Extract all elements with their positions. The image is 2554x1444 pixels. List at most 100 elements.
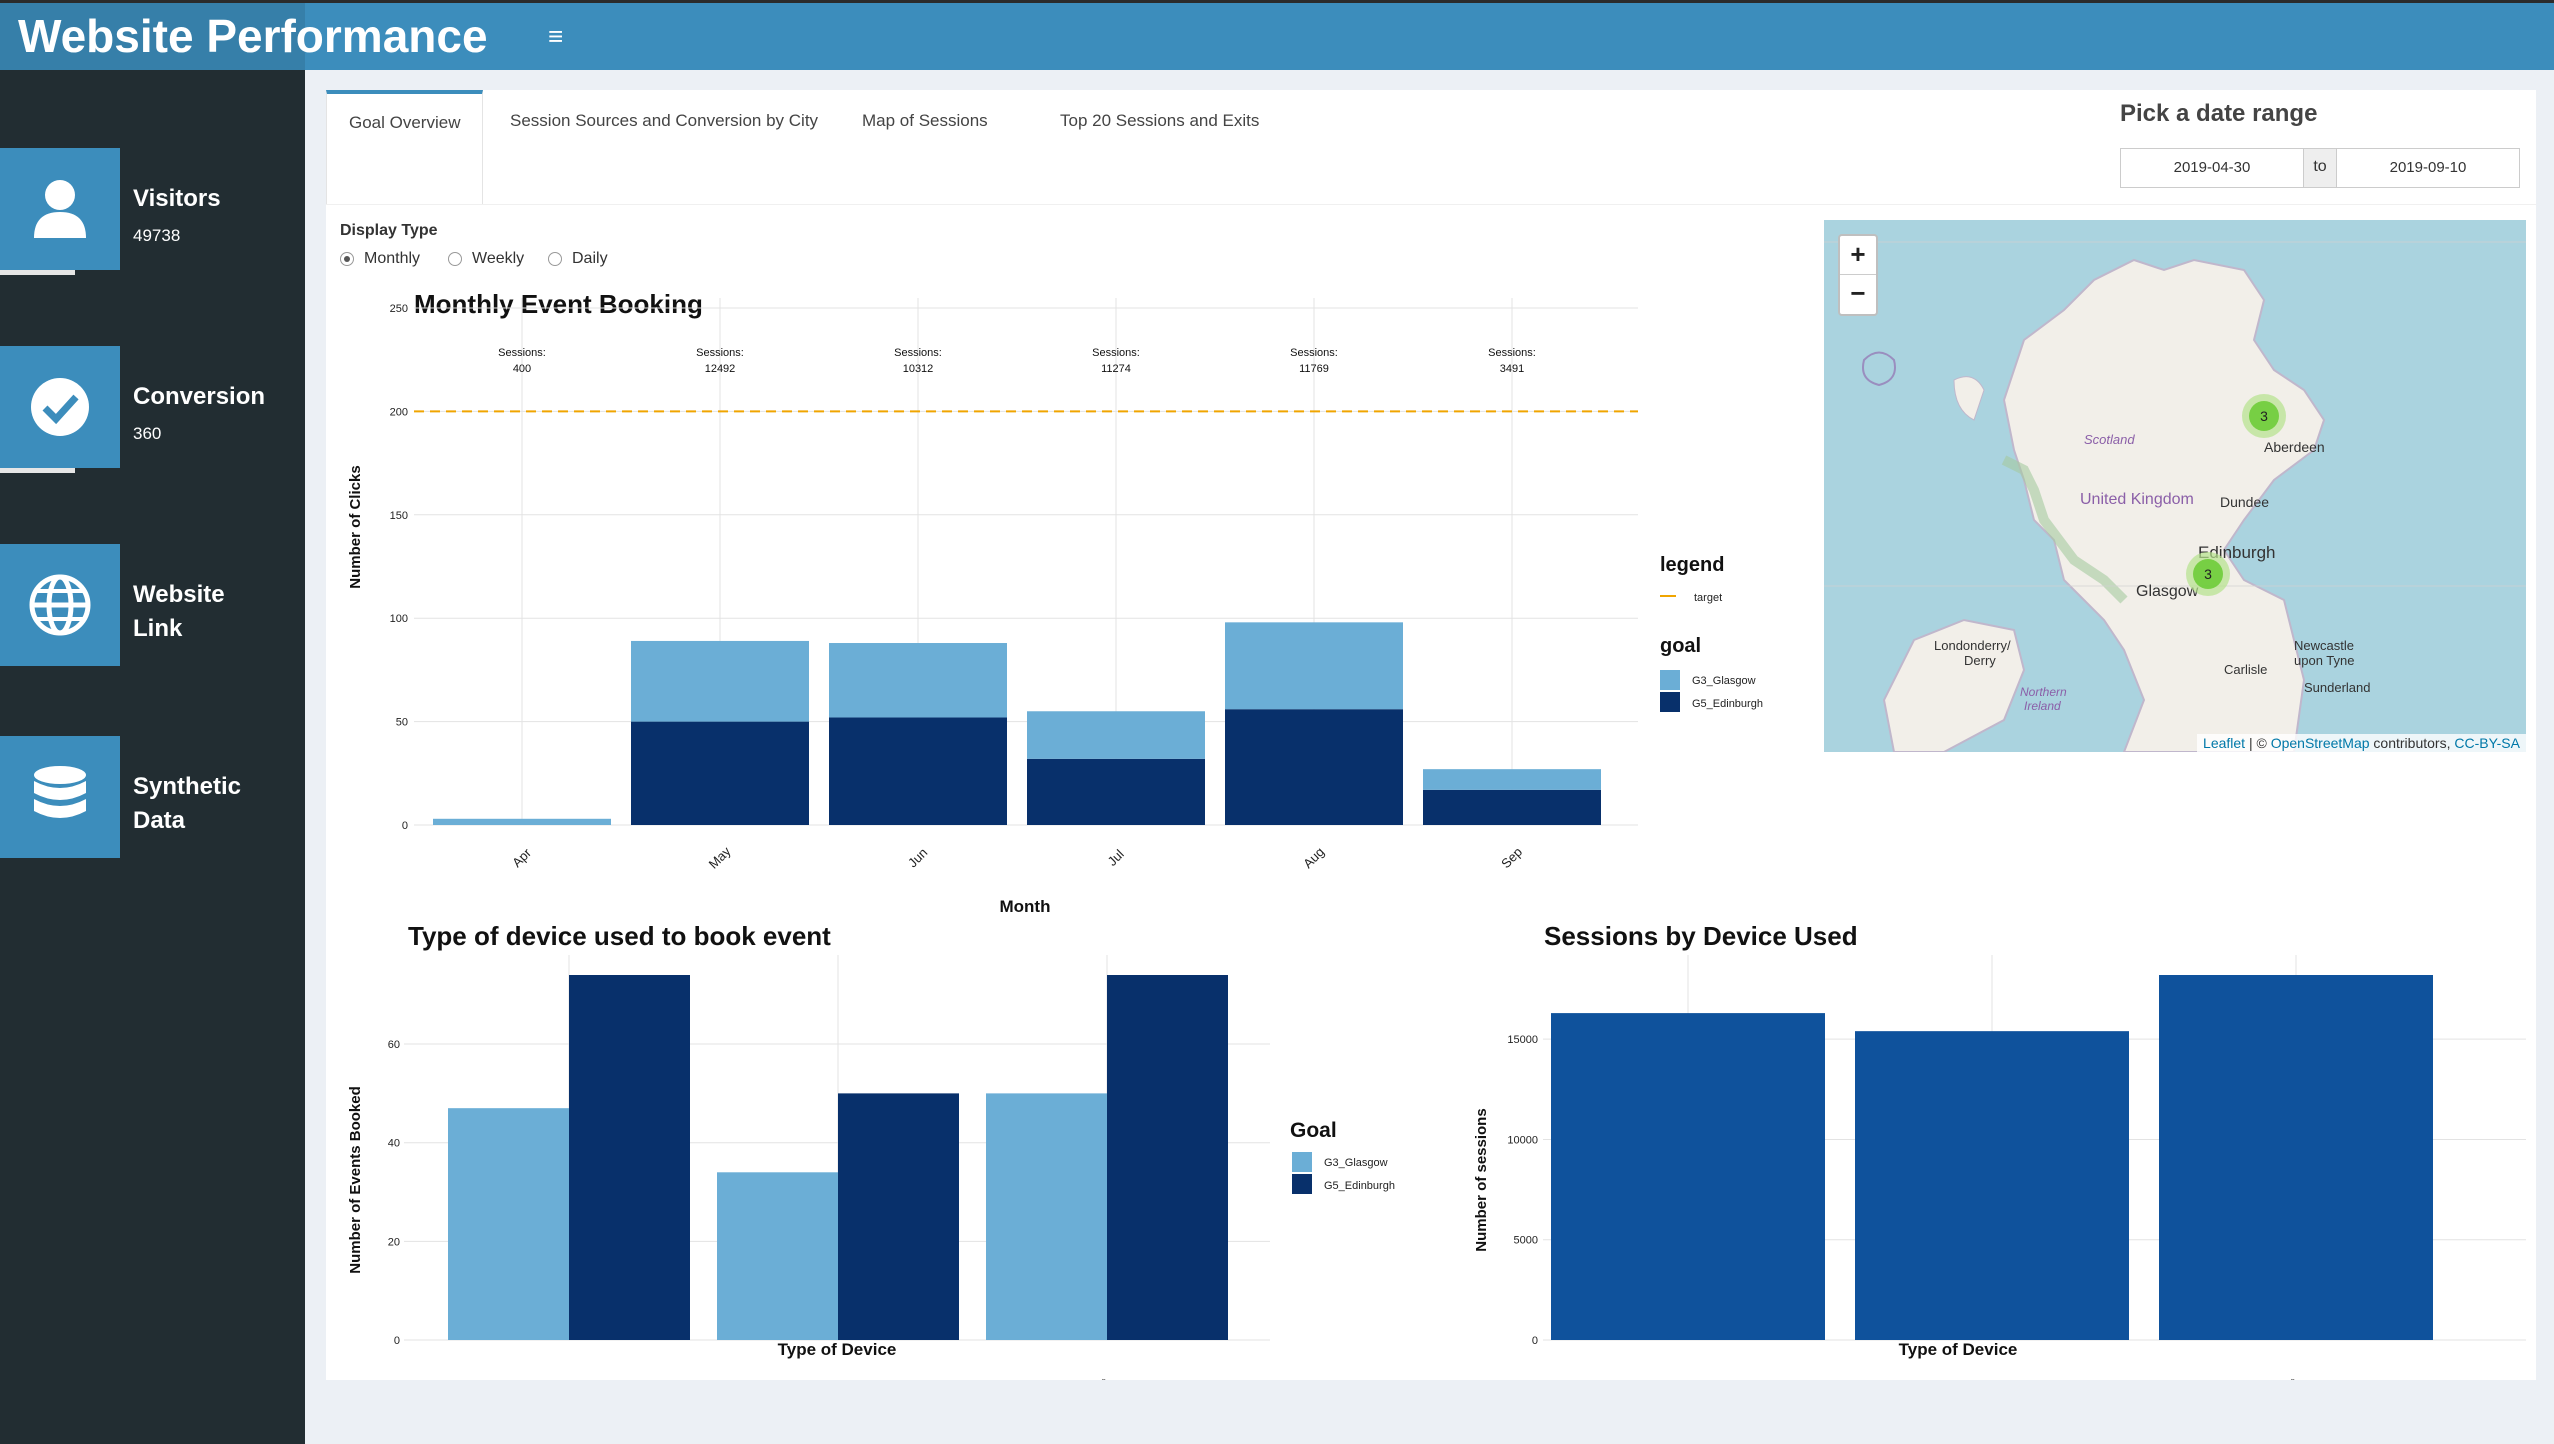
bar-G3_Glasgow-Jul bbox=[1027, 711, 1205, 759]
radio-monthly[interactable]: Monthly bbox=[340, 250, 420, 268]
tab-map-of-sessions[interactable]: Map of Sessions bbox=[840, 90, 1010, 205]
sessions-value: 3491 bbox=[1500, 363, 1524, 375]
chart1-title: Monthly Event Booking bbox=[414, 289, 703, 319]
legend-label-glasgow: G3_Glasgow bbox=[1692, 675, 1756, 687]
leaflet-link[interactable]: Leaflet bbox=[2203, 735, 2245, 751]
sessions-value: 12492 bbox=[705, 363, 736, 375]
device-type-chart: Type of device used to book event Number… bbox=[347, 921, 1395, 1380]
map-label-derry: Derry bbox=[1964, 653, 1996, 668]
x-tick-label: desktop bbox=[531, 1375, 574, 1380]
conversion-title: Conversion bbox=[133, 383, 266, 410]
marker-cluster-aberdeen-count[interactable]: 3 bbox=[2260, 408, 2268, 424]
island-outline bbox=[1862, 351, 1896, 387]
legend-swatch-edinburgh bbox=[1660, 692, 1680, 712]
synthetic-data-title-line1[interactable]: Synthetic bbox=[133, 770, 241, 804]
osm-link[interactable]: OpenStreetMap bbox=[2271, 735, 2370, 751]
map-label-sunderland: Sunderland bbox=[2304, 680, 2371, 695]
bar-G5_Edinburgh-May bbox=[631, 721, 809, 825]
radio-weekly-label: Weekly bbox=[472, 250, 525, 267]
zoom-in-button[interactable]: + bbox=[1840, 236, 1876, 275]
app-header: Website Performance ≡ bbox=[0, 0, 2554, 70]
y-tick-label: 5000 bbox=[1514, 1235, 1538, 1247]
y-tick-label: 150 bbox=[390, 510, 408, 522]
sessions-label: Sessions: bbox=[1092, 347, 1140, 359]
sidebar: Visitors 49738 Conversion 360 Website Li… bbox=[0, 70, 305, 1444]
map-label-newcastle: Newcastle bbox=[2294, 638, 2354, 653]
x-tick-label: tablet bbox=[2268, 1375, 2301, 1380]
chart3-xlabel: Type of Device bbox=[1899, 1340, 2018, 1359]
database-icon bbox=[0, 736, 120, 858]
attrib-contributors: contributors, bbox=[2369, 735, 2455, 751]
attrib-sep: | © bbox=[2245, 735, 2271, 751]
website-link-box[interactable]: Website Link bbox=[0, 544, 305, 666]
x-tick-label: desktop bbox=[1650, 1375, 1693, 1380]
visitors-title: Visitors bbox=[133, 185, 221, 212]
map-label-northern: Northern bbox=[2020, 685, 2067, 699]
website-link-title-line2[interactable]: Link bbox=[133, 612, 182, 646]
tab-goal-overview[interactable]: Goal Overview bbox=[326, 90, 484, 205]
bar-sessions-tablet bbox=[2159, 975, 2433, 1340]
map-label-dundee: Dundee bbox=[2220, 494, 2269, 510]
radio-dot[interactable] bbox=[448, 252, 462, 266]
radio-dot-selected[interactable] bbox=[340, 252, 354, 266]
sessions-label: Sessions: bbox=[498, 347, 546, 359]
bar-G5_Edinburgh-desktop bbox=[569, 975, 690, 1340]
sessions-value: 11274 bbox=[1101, 363, 1131, 375]
sessions-label: Sessions: bbox=[1290, 347, 1338, 359]
end-date-input[interactable]: 2019-09-10 bbox=[2336, 148, 2520, 188]
marker-cluster-central-count[interactable]: 3 bbox=[2204, 566, 2212, 582]
tab-top-20-sessions[interactable]: Top 20 Sessions and Exits bbox=[1038, 90, 1281, 205]
start-date-input[interactable]: 2019-04-30 bbox=[2120, 148, 2304, 188]
map-label-upon-tyne: upon Tyne bbox=[2294, 653, 2354, 668]
map-label-aberdeen: Aberdeen bbox=[2264, 439, 2325, 455]
chart2-title: Type of device used to book event bbox=[408, 921, 831, 951]
website-link-title-line1[interactable]: Website bbox=[133, 578, 225, 612]
conversion-value: 360 bbox=[133, 424, 162, 443]
map-zoom-control: + − bbox=[1838, 234, 1878, 316]
bar-G3_Glasgow-Sep bbox=[1423, 769, 1601, 790]
bar-G3_Glasgow-desktop bbox=[448, 1108, 569, 1340]
date-range-label: Pick a date range bbox=[2120, 100, 2318, 127]
synthetic-data-box[interactable]: Synthetic Data bbox=[0, 736, 305, 858]
tab-divider bbox=[326, 204, 2536, 205]
map-label-ireland: Ireland bbox=[2024, 699, 2061, 713]
display-type-label: Display Type bbox=[340, 222, 438, 239]
bar-G3_Glasgow-Jun bbox=[829, 643, 1007, 718]
radio-dot[interactable] bbox=[548, 252, 562, 266]
legend-target-label: target bbox=[1694, 592, 1722, 604]
main-content: Goal Overview Session Sources and Conver… bbox=[326, 90, 2536, 1380]
bar-G3_Glasgow-mobile bbox=[717, 1172, 838, 1340]
bar-G5_Edinburgh-Aug bbox=[1225, 709, 1403, 825]
sessions-map[interactable]: Scotland United Kingdom Aberdeen Dundee … bbox=[1824, 220, 2526, 752]
globe-icon bbox=[0, 544, 120, 666]
sessions-label: Sessions: bbox=[1488, 347, 1536, 359]
y-tick-label: 200 bbox=[390, 406, 408, 418]
chart2-legend-title: Goal bbox=[1290, 1119, 1337, 1142]
map-label-carlisle: Carlisle bbox=[2224, 662, 2267, 677]
bar-sessions-desktop bbox=[1551, 1013, 1825, 1340]
y-tick-label: 15000 bbox=[1507, 1034, 1538, 1046]
date-separator: to bbox=[2304, 148, 2336, 188]
user-icon bbox=[0, 148, 120, 270]
synthetic-data-title-line2[interactable]: Data bbox=[133, 804, 185, 838]
chart3-ylabel: Number of sessions bbox=[1473, 1108, 1490, 1251]
hamburger-icon[interactable]: ≡ bbox=[548, 21, 563, 51]
chart1-legend-title: legend bbox=[1660, 554, 1724, 576]
radio-weekly[interactable]: Weekly bbox=[448, 250, 524, 268]
sessions-value: 11769 bbox=[1299, 363, 1329, 375]
chart1-ylabel: Number of Clicks bbox=[347, 465, 364, 588]
bar-G5_Edinburgh-Jul bbox=[1027, 758, 1205, 825]
map-tiles: Scotland United Kingdom Aberdeen Dundee … bbox=[1824, 241, 2526, 752]
tab-session-sources[interactable]: Session Sources and Conversion by City bbox=[488, 90, 840, 205]
bar-G3_Glasgow-Aug bbox=[1225, 622, 1403, 710]
zoom-out-button[interactable]: − bbox=[1840, 275, 1876, 314]
bar-G3_Glasgow-May bbox=[631, 640, 809, 722]
sessions-value: 10312 bbox=[903, 363, 934, 375]
check-circle-icon bbox=[0, 346, 120, 468]
y-tick-label: 0 bbox=[394, 1335, 400, 1347]
license-link[interactable]: CC-BY-SA bbox=[2454, 735, 2520, 751]
app-title: Website Performance bbox=[0, 3, 488, 70]
radio-daily[interactable]: Daily bbox=[548, 250, 608, 268]
radio-daily-label: Daily bbox=[572, 250, 608, 267]
bar-G5_Edinburgh-mobile bbox=[838, 1093, 959, 1340]
